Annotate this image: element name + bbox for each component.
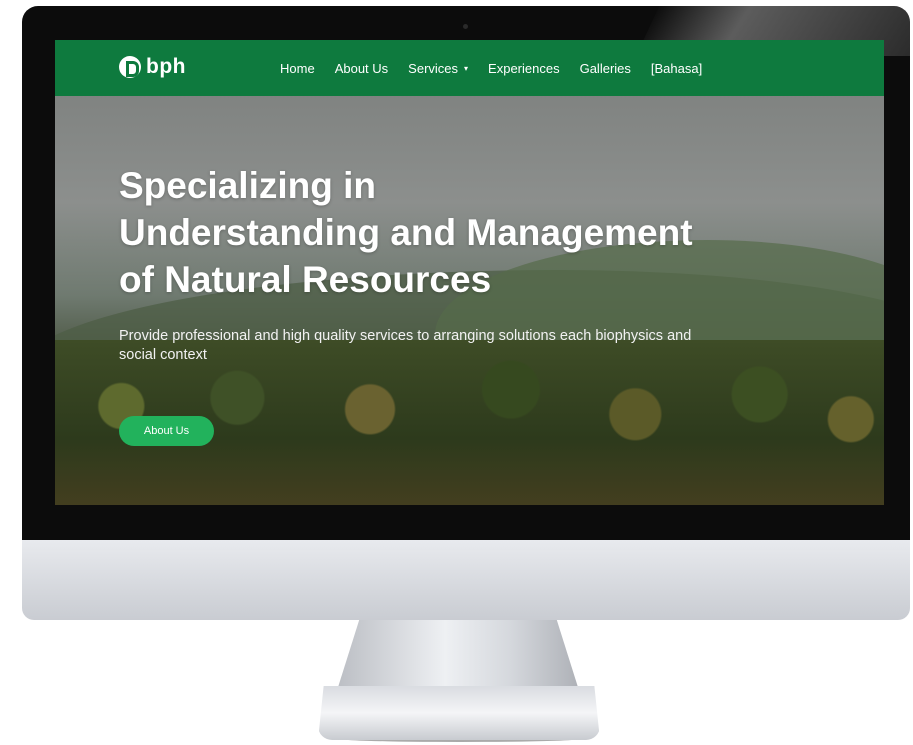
navbar: bph Home About Us Services ▾ Experiences…: [55, 40, 884, 96]
monitor-chin: [22, 540, 910, 620]
nav-item-label: Experiences: [488, 60, 560, 76]
chevron-down-icon: ▾: [464, 63, 469, 73]
logo-text: bph: [146, 55, 186, 78]
monitor-stand-neck: [338, 620, 578, 686]
hero-headline-line: of Natural Resources: [119, 259, 492, 300]
hero-headline-line: Understanding and Management: [119, 212, 693, 253]
nav-item-label: Services: [408, 60, 459, 76]
nav-item-experiences[interactable]: Experiences: [488, 61, 560, 76]
nav-item-language[interactable]: [Bahasa]: [651, 61, 702, 76]
hero-subtext: Provide professional and high quality se…: [119, 328, 692, 363]
hero-headline: Specializing in Understanding and Manage…: [119, 162, 693, 303]
brand-logo[interactable]: bph: [119, 56, 186, 78]
website-screen: bph Home About Us Services ▾ Experiences…: [55, 40, 884, 505]
nav-item-galleries[interactable]: Galleries: [580, 61, 631, 76]
logo-icon: [119, 56, 141, 78]
nav-item-services[interactable]: Services ▾: [408, 61, 468, 76]
about-us-button[interactable]: About Us: [119, 416, 214, 446]
nav-item-label: About Us: [334, 60, 389, 76]
nav-item-about-us[interactable]: About Us: [335, 61, 388, 76]
nav-item-label: Home: [280, 60, 315, 76]
camera-icon: [463, 24, 468, 29]
hero-headline-line: Specializing in: [119, 165, 376, 206]
nav-item-label: [Bahasa]: [650, 60, 703, 76]
nav-item-label: Galleries: [579, 60, 631, 76]
main-nav: Home About Us Services ▾ Experiences Gal…: [280, 40, 702, 96]
monitor-stand-base: [318, 686, 600, 740]
nav-item-home[interactable]: Home: [280, 61, 315, 76]
